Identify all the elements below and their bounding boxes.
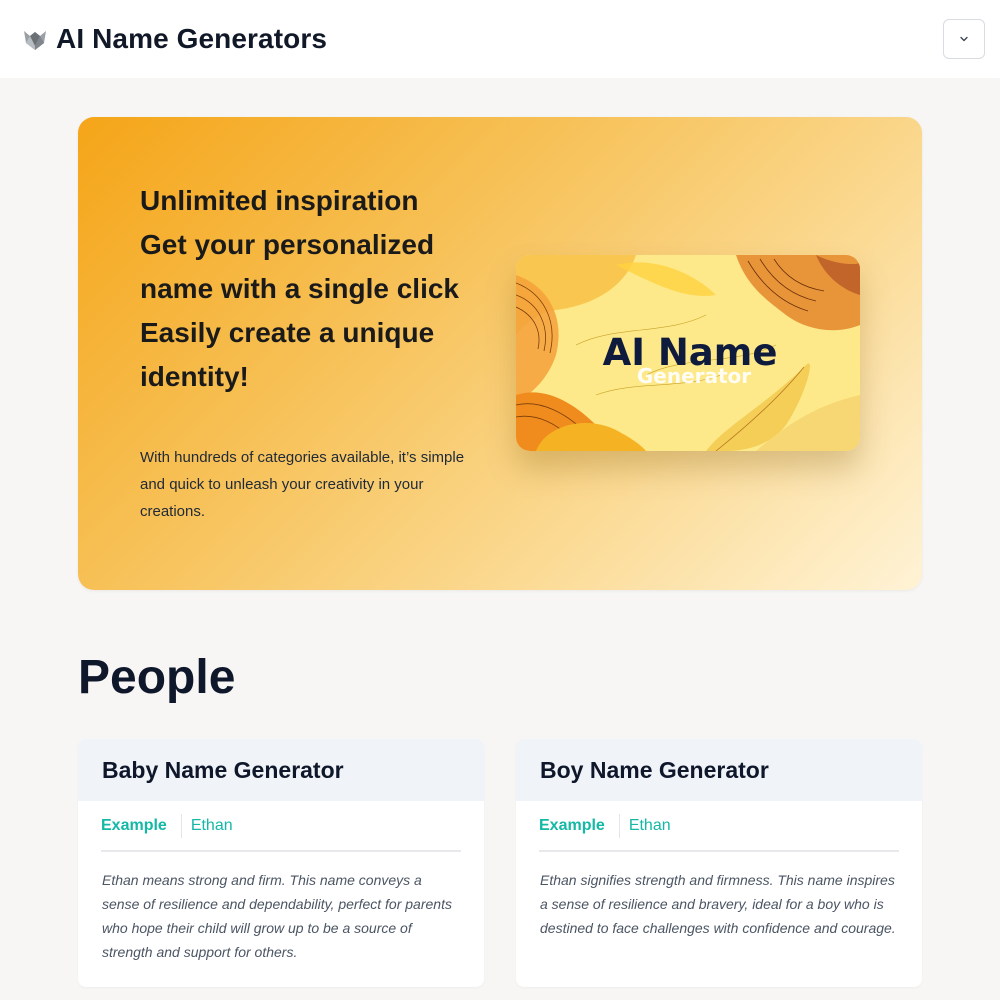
card-description: Ethan means strong and firm. This name c… [102, 872, 452, 960]
example-label: Example [101, 816, 167, 834]
hero-heading-line: Get your personalized [140, 229, 435, 260]
example-divider [618, 813, 620, 838]
top-header: AI Name Generators [0, 0, 1000, 78]
hero-image-subtitle: Generator [637, 364, 751, 388]
chevron-down-icon [960, 36, 968, 42]
card-description: Ethan signifies strength and firmness. T… [540, 872, 896, 936]
card-title[interactable]: Boy Name Generator [516, 739, 922, 801]
card-title[interactable]: Baby Name Generator [78, 739, 484, 801]
example-label: Example [539, 816, 605, 834]
hero-heading-line: Easily create a unique [140, 317, 435, 348]
hero-heading-line: identity! [140, 361, 249, 392]
generator-card-baby[interactable]: Baby Name Generator Example Ethan Ethan … [78, 739, 484, 987]
hero-description: With hundreds of categories available, i… [140, 449, 465, 520]
section-title-people: People [78, 651, 236, 704]
example-value: Ethan [190, 816, 233, 834]
hero-heading-line: name with a single click [140, 273, 460, 304]
card-example-row: Example Ethan [539, 801, 899, 852]
example-value: Ethan [628, 816, 671, 834]
card-example-row: Example Ethan [101, 801, 461, 852]
example-divider [180, 813, 182, 838]
hero-banner: Unlimited inspiration Get your personali… [78, 117, 922, 590]
wolf-logo-icon[interactable] [22, 26, 48, 52]
hero-heading: Unlimited inspiration Get your personali… [140, 179, 490, 399]
hero-heading-line: Unlimited inspiration [140, 185, 419, 216]
hero-illustration: AI Name Generator [516, 255, 860, 451]
app-title[interactable]: AI Name Generators [56, 23, 327, 55]
generator-card-boy[interactable]: Boy Name Generator Example Ethan Ethan s… [516, 739, 922, 987]
menu-toggle-button[interactable] [943, 19, 985, 59]
